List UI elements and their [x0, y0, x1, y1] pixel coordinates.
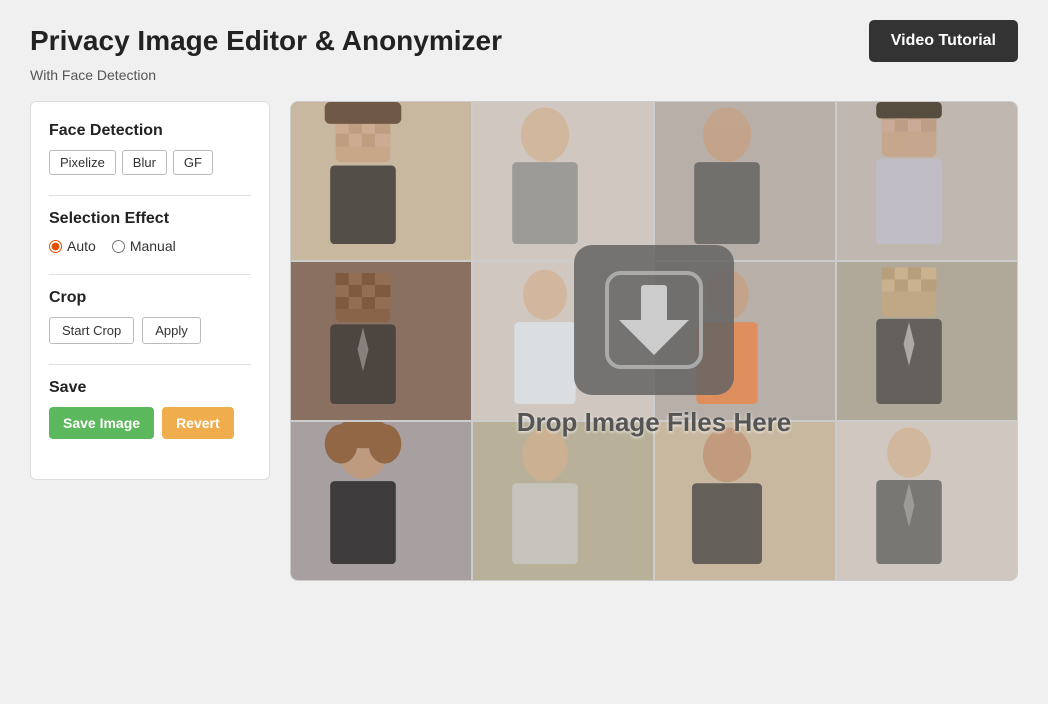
drop-arrow-icon [599, 265, 709, 375]
auto-option[interactable]: Auto [49, 238, 96, 254]
drop-area[interactable]: Drop Image Files Here [290, 101, 1018, 581]
face-detection-section: Face Detection Pixelize Blur GF [49, 122, 251, 175]
face-detection-title: Face Detection [49, 122, 251, 140]
save-buttons: Save Image Revert [49, 407, 251, 439]
page-title: Privacy Image Editor & Anonymizer [30, 25, 502, 57]
manual-option[interactable]: Manual [112, 238, 176, 254]
selection-effect-section: Selection Effect Auto Manual [49, 210, 251, 254]
manual-radio[interactable] [112, 240, 125, 253]
auto-radio[interactable] [49, 240, 62, 253]
photo-cell [837, 102, 1017, 260]
left-panel: Face Detection Pixelize Blur GF Selectio… [30, 101, 270, 480]
photo-cell [837, 422, 1017, 580]
photo-cell [655, 102, 835, 260]
subtitle: With Face Detection [30, 67, 1018, 83]
auto-label: Auto [67, 238, 96, 254]
save-section: Save Save Image Revert [49, 379, 251, 439]
gf-button[interactable]: GF [173, 150, 213, 175]
blur-button[interactable]: Blur [122, 150, 167, 175]
apply-button[interactable]: Apply [142, 317, 201, 344]
photo-cell [837, 262, 1017, 420]
video-tutorial-button[interactable]: Video Tutorial [869, 20, 1018, 62]
revert-button[interactable]: Revert [162, 407, 234, 439]
crop-buttons: Start Crop Apply [49, 317, 251, 344]
drop-text: Drop Image Files Here [517, 407, 792, 438]
selection-effect-options: Auto Manual [49, 238, 251, 254]
drop-overlay: Drop Image Files Here [517, 245, 792, 438]
face-detection-buttons: Pixelize Blur GF [49, 150, 251, 175]
photo-cell [473, 422, 653, 580]
photo-cell [291, 262, 471, 420]
drop-icon-box [574, 245, 734, 395]
photo-cell [291, 102, 471, 260]
pixelize-button[interactable]: Pixelize [49, 150, 116, 175]
crop-title: Crop [49, 289, 251, 307]
photo-cell [473, 102, 653, 260]
photo-cell [655, 422, 835, 580]
save-image-button[interactable]: Save Image [49, 407, 154, 439]
photo-cell [291, 422, 471, 580]
start-crop-button[interactable]: Start Crop [49, 317, 134, 344]
manual-label: Manual [130, 238, 176, 254]
selection-effect-title: Selection Effect [49, 210, 251, 228]
save-title: Save [49, 379, 251, 397]
crop-section: Crop Start Crop Apply [49, 289, 251, 344]
